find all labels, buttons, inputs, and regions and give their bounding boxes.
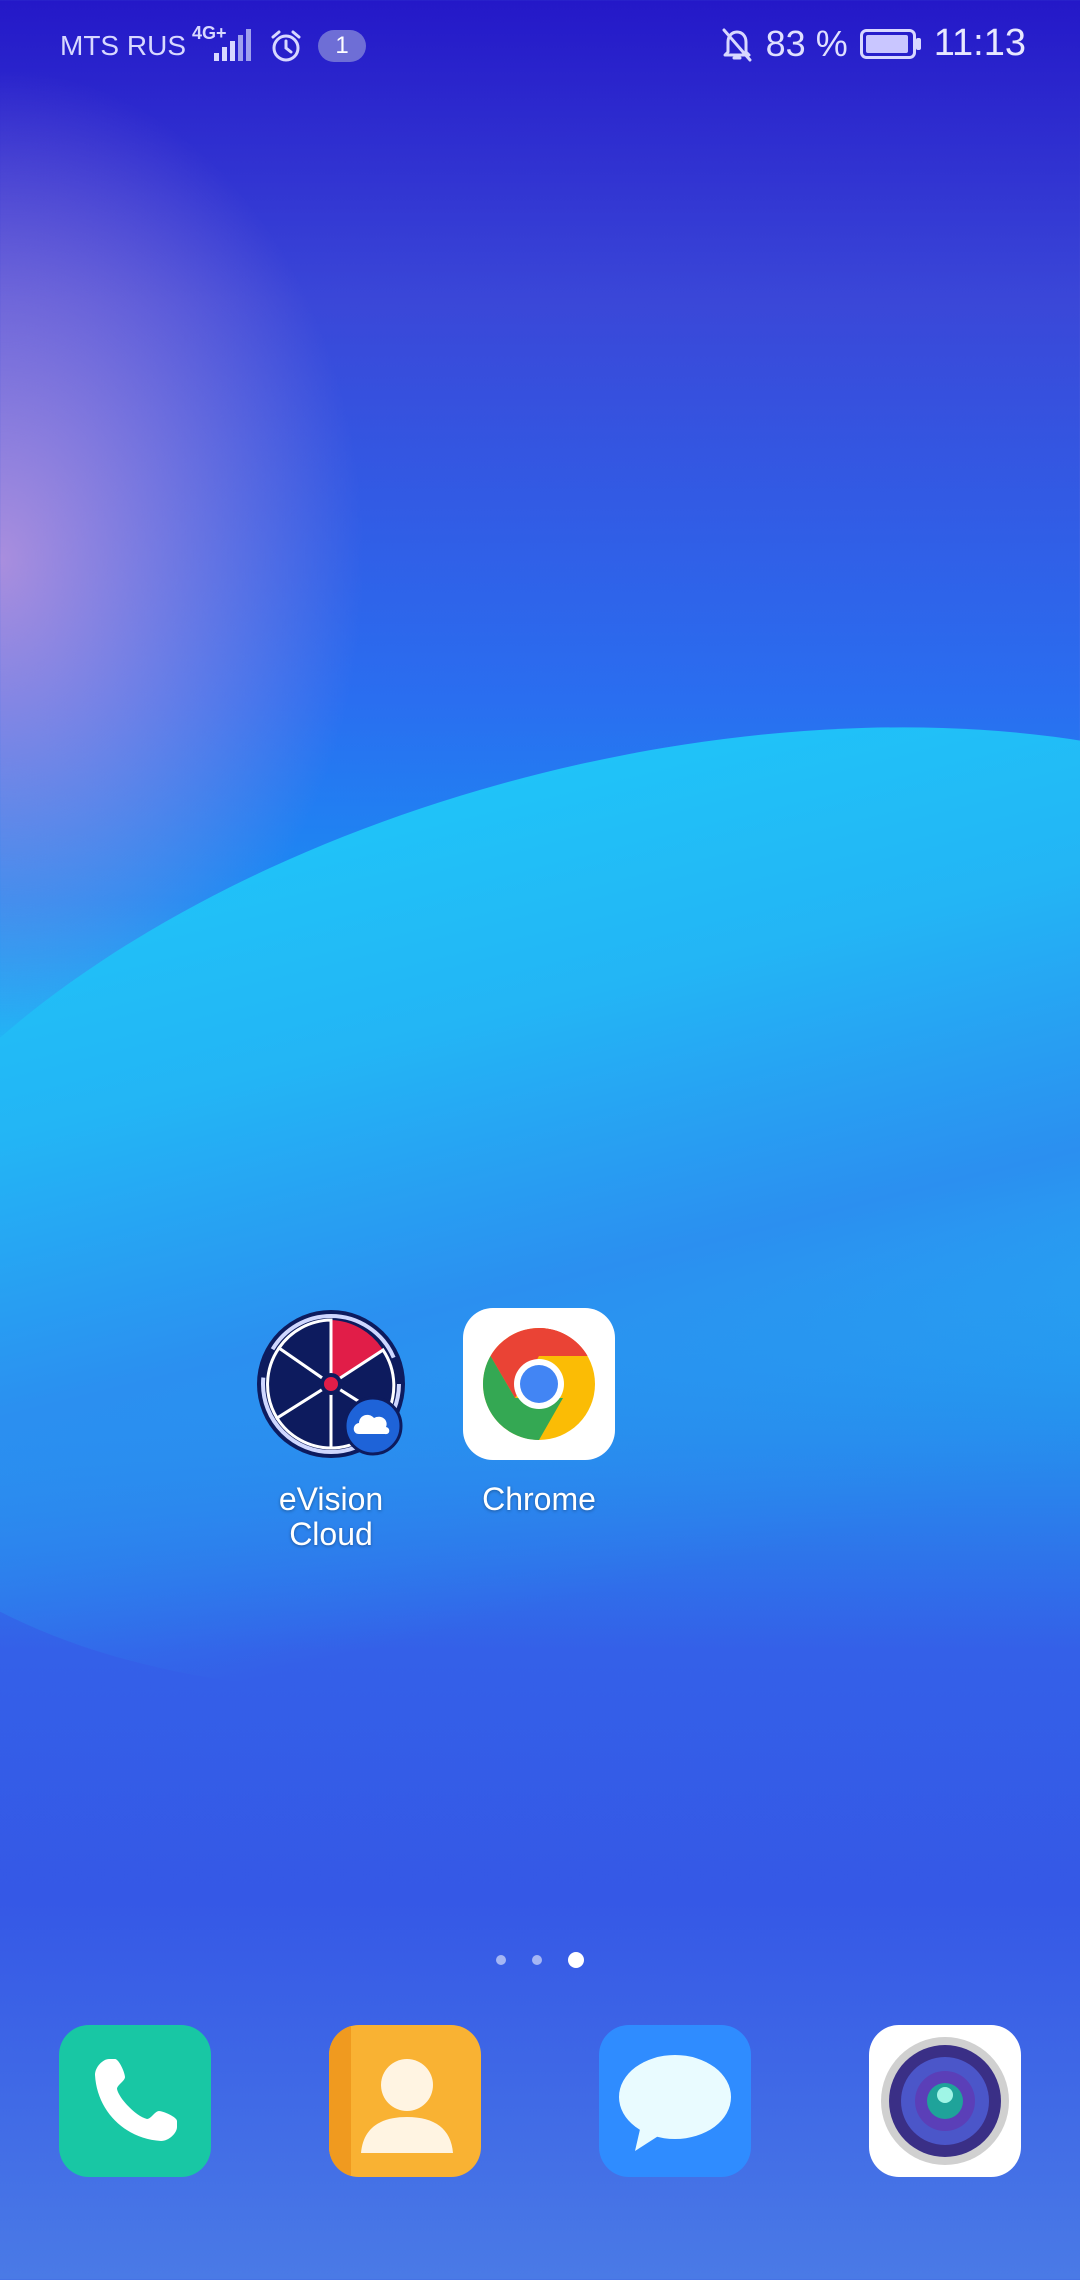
app-label-evision: eVision Cloud (226, 1482, 436, 1552)
app-label-chrome: Chrome (482, 1481, 596, 1517)
messages-icon (619, 2055, 731, 2151)
dock-camera[interactable] (869, 2025, 1021, 2177)
app-evision-cloud[interactable]: eVision Cloud (226, 1308, 436, 1552)
chrome-icon[interactable] (463, 1308, 615, 1460)
home-screen-grid: eVision Cloud Chrome (0, 0, 1080, 2280)
dock-phone[interactable] (59, 2025, 211, 2177)
page-dot-active[interactable] (568, 1952, 584, 1968)
phone-icon (95, 2059, 177, 2141)
dock-messages[interactable] (599, 2025, 751, 2177)
page-dot[interactable] (532, 1955, 542, 1965)
page-indicator (0, 1952, 1080, 1968)
app-chrome[interactable]: Chrome (434, 1308, 644, 1517)
page-dot[interactable] (496, 1955, 506, 1965)
evision-cloud-icon[interactable] (255, 1308, 407, 1460)
app-label-line2: Cloud (289, 1516, 373, 1552)
dock-contacts[interactable] (329, 2025, 481, 2177)
app-label-line1: eVision (278, 1481, 384, 1517)
contacts-icon (329, 2025, 453, 2177)
camera-icon (881, 2037, 1009, 2165)
